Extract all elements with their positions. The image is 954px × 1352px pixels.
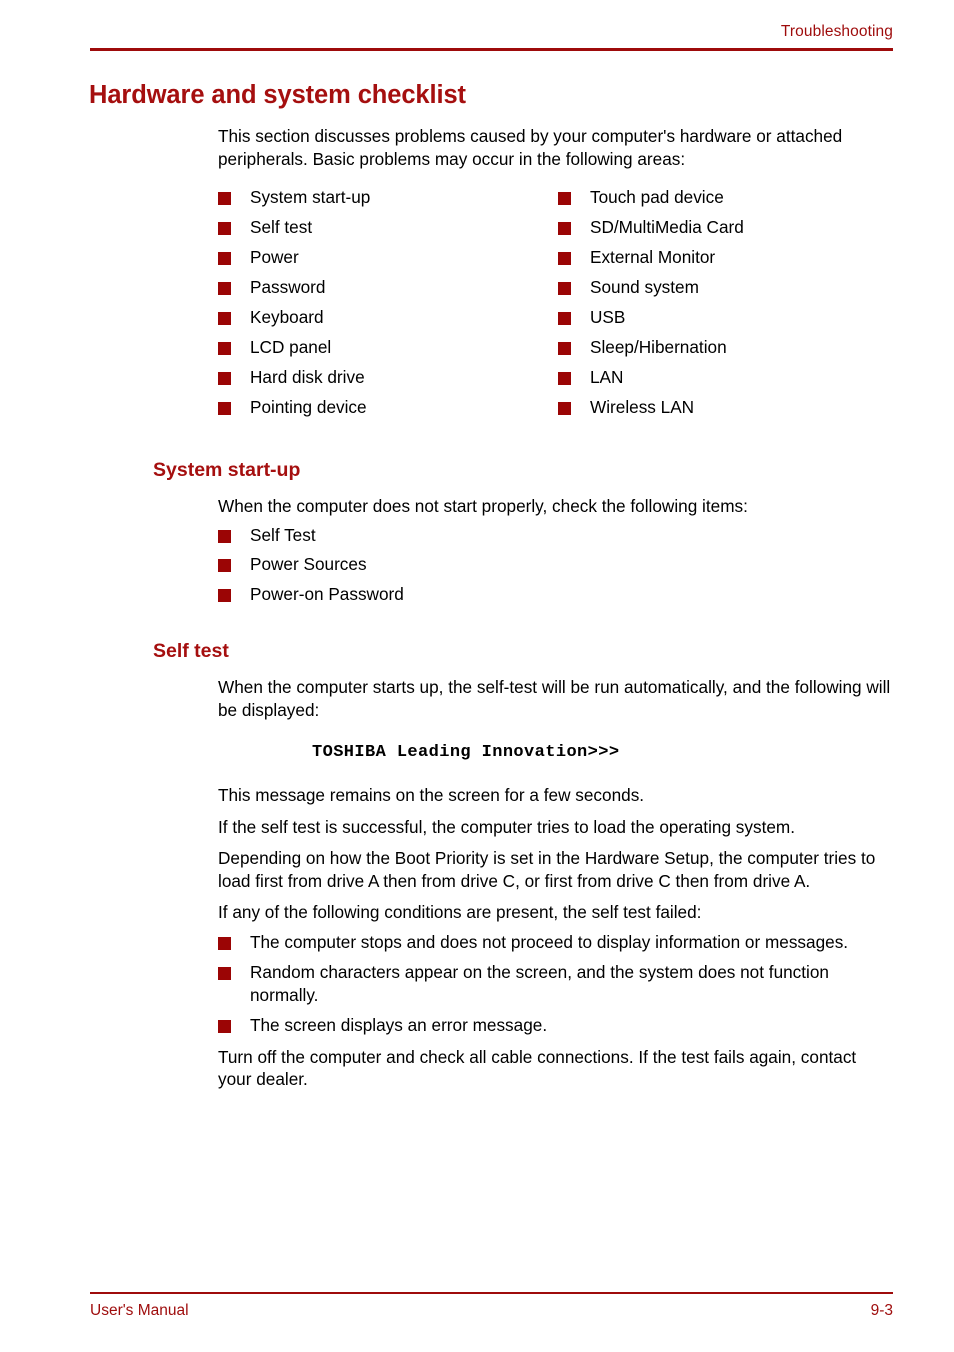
square-bullet-icon — [218, 529, 231, 543]
square-bullet-icon — [558, 282, 571, 295]
footer-rule — [90, 1292, 893, 1294]
intro-paragraph: This section discusses problems caused b… — [218, 126, 843, 169]
list-item-label: Self Test — [250, 524, 316, 545]
footer-page-number: 9-3 — [870, 1302, 893, 1319]
list-item-label: Sound system — [590, 277, 699, 297]
list-item: Power-on Password — [218, 583, 894, 606]
list-item: Touch pad device — [558, 186, 888, 209]
footer-row: User's Manual 9-3 — [90, 1301, 893, 1321]
list-item: LAN — [558, 366, 888, 389]
square-bullet-icon — [558, 312, 571, 325]
list-item: USB — [558, 306, 888, 329]
system-start-up-list: Self Test Power Sources Power-on Passwor… — [218, 524, 894, 606]
list-item: Sleep/Hibernation — [558, 336, 888, 359]
footer-manual-label: User's Manual — [90, 1302, 189, 1319]
section-intro-paragraph: When the computer does not start properl… — [218, 496, 748, 516]
list-item: The computer stops and does not proceed … — [218, 931, 894, 954]
square-bullet-icon — [558, 192, 571, 205]
square-bullet-icon — [218, 402, 231, 415]
list-item-label: Random characters appear on the screen, … — [250, 962, 829, 1005]
intro-block: This section discusses problems caused b… — [218, 125, 894, 179]
list-item-label: Password — [250, 277, 326, 297]
square-bullet-icon — [218, 282, 231, 295]
square-bullet-icon — [558, 372, 571, 385]
list-item-label: USB — [590, 307, 626, 327]
list-item-label: LCD panel — [250, 337, 332, 357]
self-test-closing-paragraph: Turn off the computer and check all cabl… — [218, 1046, 857, 1090]
square-bullet-icon — [558, 222, 571, 235]
list-item: Self test — [218, 216, 548, 239]
self-test-paragraph-2: If the self test is successful, the comp… — [218, 816, 796, 837]
square-bullet-icon — [218, 967, 231, 980]
square-bullet-icon — [218, 342, 231, 355]
list-item-label: SD/MultiMedia Card — [590, 217, 744, 237]
checklist-column-left: System start-up Self test Power Password… — [218, 186, 548, 426]
section-system-start-up-body: When the computer does not start properl… — [218, 495, 894, 612]
list-item: Keyboard — [218, 306, 548, 329]
list-item: The screen displays an error message. — [218, 1014, 894, 1037]
list-item: Wireless LAN — [558, 396, 888, 419]
list-item-label: Wireless LAN — [590, 397, 695, 417]
square-bullet-icon — [558, 402, 571, 415]
list-item: LCD panel — [218, 336, 548, 359]
square-bullet-icon — [218, 192, 231, 205]
list-item: Hard disk drive — [218, 366, 548, 389]
checklist-list-left: System start-up Self test Power Password… — [218, 186, 548, 419]
square-bullet-icon — [558, 252, 571, 265]
list-item: Power — [218, 246, 548, 269]
list-item-label: Keyboard — [250, 307, 324, 327]
self-test-paragraph-1: This message remains on the screen for a… — [218, 785, 645, 805]
square-bullet-icon — [558, 342, 571, 355]
list-item-label: Power — [250, 247, 299, 267]
square-bullet-icon — [218, 559, 231, 572]
list-item-label: The computer stops and does not proceed … — [250, 931, 849, 952]
square-bullet-icon — [218, 1020, 231, 1033]
list-item: Power Sources — [218, 553, 894, 576]
list-item-label: Pointing device — [250, 397, 367, 417]
square-bullet-icon — [218, 588, 231, 602]
list-item-label: External Monitor — [590, 247, 716, 267]
list-item-label: Self test — [250, 217, 313, 237]
square-bullet-icon — [218, 372, 231, 385]
page-title: Hardware and system checklist — [89, 81, 466, 109]
section-heading-system-start-up: System start-up — [153, 459, 301, 481]
list-item: SD/MultiMedia Card — [558, 216, 888, 239]
list-item: Pointing device — [218, 396, 548, 419]
list-item: Sound system — [558, 276, 888, 299]
section-self-test-body: When the computer starts up, the self-te… — [218, 676, 894, 1100]
list-item-label: Power Sources — [250, 554, 367, 574]
header-rule — [90, 48, 893, 51]
self-test-intro-paragraph: When the computer starts up, the self-te… — [218, 677, 891, 720]
list-item: Random characters appear on the screen, … — [218, 961, 894, 1006]
list-item-label: System start-up — [250, 187, 371, 207]
running-header: Troubleshooting — [90, 22, 893, 51]
list-item: External Monitor — [558, 246, 888, 269]
list-item: Password — [218, 276, 548, 299]
square-bullet-icon — [218, 252, 231, 265]
self-test-paragraph-3: Depending on how the Boot Priority is se… — [218, 848, 876, 891]
self-test-failure-list: The computer stops and does not proceed … — [218, 931, 894, 1037]
list-item-label: Sleep/Hibernation — [590, 337, 727, 357]
list-item: System start-up — [218, 186, 548, 209]
list-item: Self Test — [218, 524, 894, 547]
page-footer: User's Manual 9-3 — [90, 1292, 893, 1321]
boot-message-code: TOSHIBA Leading Innovation>>> — [312, 743, 620, 762]
document-page: Troubleshooting Hardware and system chec… — [0, 0, 954, 1352]
section-heading-self-test: Self test — [153, 640, 229, 662]
running-head-text: Troubleshooting — [780, 23, 893, 40]
square-bullet-icon — [218, 936, 231, 950]
square-bullet-icon — [218, 312, 231, 325]
checklist-column-right: Touch pad device SD/MultiMedia Card Exte… — [558, 186, 888, 426]
checklist-list-right: Touch pad device SD/MultiMedia Card Exte… — [558, 186, 888, 419]
list-item-label: Power-on Password — [250, 583, 404, 604]
list-item-label: LAN — [590, 367, 624, 387]
list-item-label: Touch pad device — [590, 187, 724, 207]
list-item-label: The screen displays an error message. — [250, 1015, 548, 1035]
square-bullet-icon — [218, 222, 231, 235]
list-item-label: Hard disk drive — [250, 367, 365, 387]
self-test-paragraph-4: If any of the following conditions are p… — [218, 902, 702, 922]
